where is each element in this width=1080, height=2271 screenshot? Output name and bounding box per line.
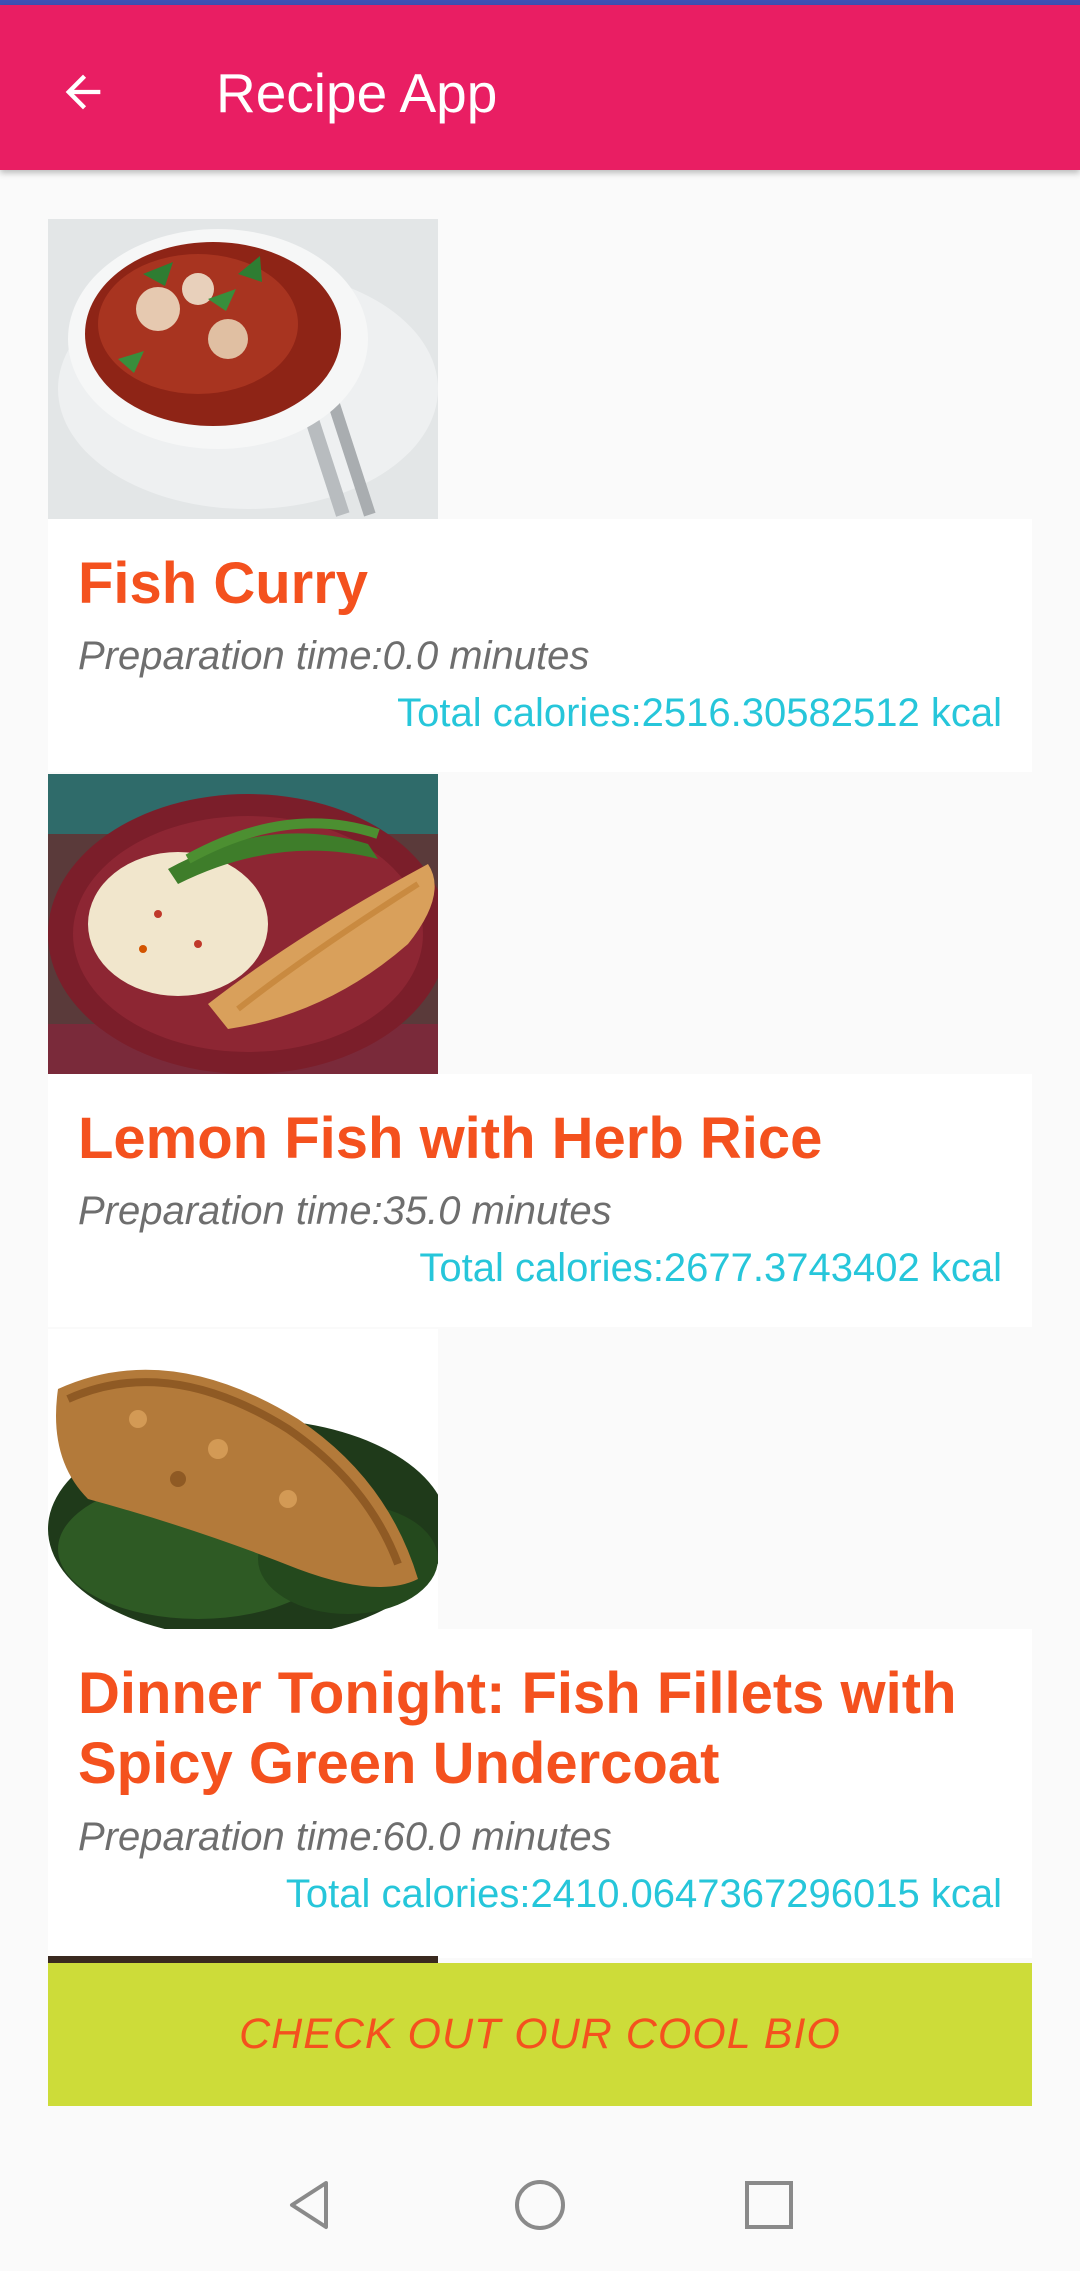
nav-back-button[interactable] bbox=[270, 2165, 350, 2245]
recipe-item[interactable]: Lemon Fish with Herb Rice Preparation ti… bbox=[48, 774, 1032, 1327]
recipe-title: Lemon Fish with Herb Rice bbox=[78, 1106, 823, 1171]
recipe-image bbox=[48, 219, 438, 519]
back-button[interactable] bbox=[42, 51, 124, 133]
preparation-time: Preparation time:0.0 minutes bbox=[78, 634, 590, 678]
circle-home-icon bbox=[515, 2180, 565, 2230]
bio-button[interactable]: CHECK OUT OUR COOL BIO bbox=[48, 1963, 1032, 2106]
recipe-item[interactable]: Fish Curry Preparation time:0.0 minutes … bbox=[48, 219, 1032, 772]
total-calories: Total calories:2677.3743402 kcal bbox=[419, 1246, 1002, 1290]
nav-recents-button[interactable] bbox=[729, 2165, 809, 2245]
recipe-card: Dinner Tonight: Fish Fillets with Spicy … bbox=[48, 1629, 1032, 1958]
preparation-time: Preparation time:35.0 minutes bbox=[78, 1189, 612, 1233]
recipe-image bbox=[48, 1329, 438, 1629]
nav-home-button[interactable] bbox=[500, 2165, 580, 2245]
total-calories: Total calories:2516.30582512 kcal bbox=[397, 691, 1002, 735]
triangle-back-icon bbox=[290, 2181, 328, 2229]
preparation-time: Preparation time:60.0 minutes bbox=[78, 1815, 612, 1859]
arrow-back-icon bbox=[65, 74, 101, 110]
system-nav-bar bbox=[0, 2140, 1080, 2271]
recipe-item[interactable]: Dinner Tonight: Fish Fillets with Spicy … bbox=[48, 1329, 1032, 1958]
square-recents-icon bbox=[745, 2181, 793, 2229]
recipe-card: Fish Curry Preparation time:0.0 minutes … bbox=[48, 519, 1032, 772]
app-bar: Recipe App bbox=[0, 5, 1080, 170]
recipe-card: Lemon Fish with Herb Rice Preparation ti… bbox=[48, 1074, 1032, 1327]
recipe-title: Dinner Tonight: Fish Fillets with Spicy … bbox=[78, 1661, 957, 1796]
app-title: Recipe App bbox=[216, 62, 498, 124]
total-calories: Total calories:2410.0647367296015 kcal bbox=[285, 1872, 1002, 1916]
recipe-title: Fish Curry bbox=[78, 551, 369, 616]
recipe-image bbox=[48, 774, 438, 1074]
